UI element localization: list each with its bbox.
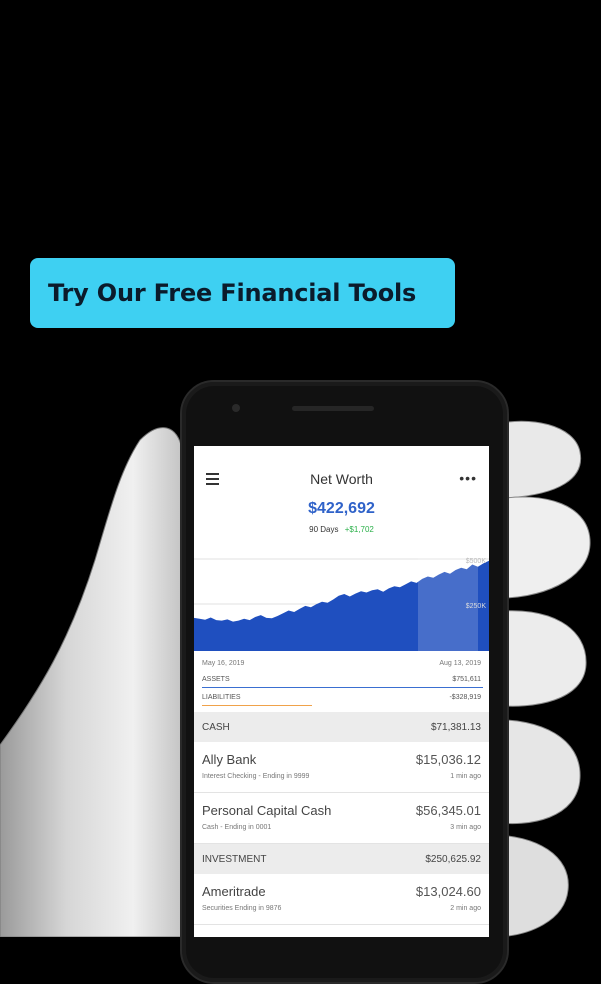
section-label: INVESTMENT bbox=[202, 853, 267, 865]
account-detail: Cash - Ending in 0001 bbox=[202, 824, 272, 831]
account-row[interactable]: Personal Capital Cash $56,345.01 Cash - … bbox=[194, 793, 489, 844]
period-label: 90 Days bbox=[309, 525, 339, 534]
chart-hover-highlight bbox=[418, 551, 478, 651]
camera-icon bbox=[232, 404, 240, 412]
section-label: CASH bbox=[202, 721, 230, 733]
chart-date-range: May 16, 2019 Aug 13, 2019 bbox=[202, 660, 481, 667]
account-row[interactable]: Ameritrade $13,024.60 Securities Ending … bbox=[194, 874, 489, 925]
assets-value: $751,611 bbox=[452, 676, 481, 683]
account-updated: 1 min ago bbox=[450, 773, 481, 780]
y-tick-label: $500K bbox=[466, 558, 487, 565]
account-updated: 2 min ago bbox=[450, 905, 481, 912]
section-header-cash[interactable]: CASH $71,381.13 bbox=[194, 712, 489, 742]
assets-label: ASSETS bbox=[202, 676, 230, 683]
y-tick-label: $250K bbox=[466, 603, 487, 610]
account-name: Personal Capital Cash bbox=[202, 803, 332, 818]
assets-row[interactable]: ASSETS $751,611 bbox=[202, 676, 481, 683]
account-name: Ameritrade bbox=[202, 884, 266, 899]
account-detail: Securities Ending in 9876 bbox=[202, 905, 282, 912]
speaker-grille bbox=[292, 406, 374, 411]
liabilities-label: LIABILITIES bbox=[202, 694, 241, 701]
change-value: +$1,702 bbox=[344, 525, 374, 534]
phone-screen: Net Worth ••• $422,692 90 Days +$1,702 $… bbox=[194, 446, 489, 937]
account-row[interactable]: Ally Bank $15,036.12 Interest Checking -… bbox=[194, 742, 489, 793]
period-change: 90 Days +$1,702 bbox=[194, 525, 489, 534]
section-header-investment[interactable]: INVESTMENT $250,625.92 bbox=[194, 844, 489, 874]
more-options-icon[interactable]: ••• bbox=[459, 470, 477, 486]
y-tick-label: $0 bbox=[478, 652, 486, 659]
net-worth-chart[interactable]: $500K $250K $0 bbox=[194, 551, 489, 659]
section-total: $250,625.92 bbox=[425, 853, 481, 865]
account-amount: $56,345.01 bbox=[415, 803, 481, 818]
assets-bar bbox=[202, 687, 483, 688]
liabilities-bar bbox=[202, 705, 312, 706]
account-updated: 3 min ago bbox=[450, 824, 481, 831]
account-amount: $15,036.12 bbox=[415, 752, 481, 767]
screen-title: Net Worth bbox=[310, 471, 373, 487]
x-end-label: Aug 13, 2019 bbox=[439, 660, 481, 667]
account-name: Ally Bank bbox=[202, 752, 257, 767]
section-total: $71,381.13 bbox=[430, 721, 481, 733]
x-start-label: May 16, 2019 bbox=[202, 660, 245, 667]
liabilities-value: -$328,919 bbox=[449, 694, 481, 701]
account-detail: Interest Checking - Ending in 9999 bbox=[202, 773, 310, 780]
account-amount: $13,024.60 bbox=[415, 884, 481, 899]
app-topbar: Net Worth ••• bbox=[194, 446, 489, 508]
liabilities-row[interactable]: LIABILITIES -$328,919 bbox=[202, 694, 481, 701]
net-worth-value: $422,692 bbox=[308, 500, 375, 517]
